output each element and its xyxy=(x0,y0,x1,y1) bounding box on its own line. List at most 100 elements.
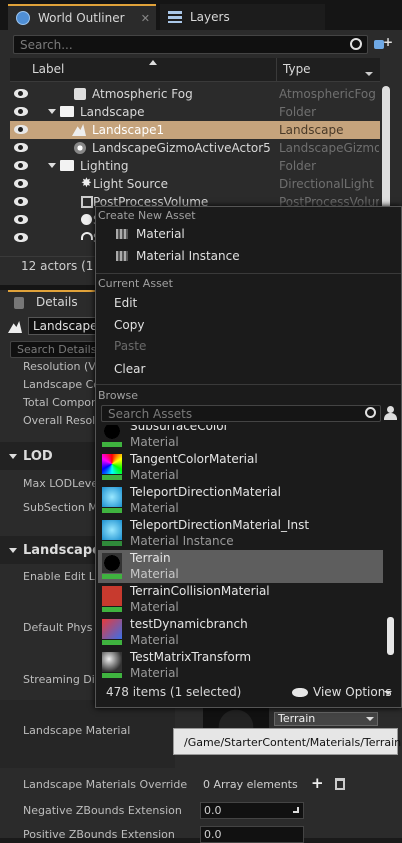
menu-item-create-material[interactable]: Material xyxy=(136,227,185,241)
asset-thumbnail xyxy=(102,652,122,672)
directional-light-icon: ✸ xyxy=(81,176,92,191)
visibility-eye-icon[interactable] xyxy=(14,215,28,224)
tab-layers-label: Layers xyxy=(190,10,230,24)
asset-thumbnail xyxy=(102,487,122,507)
actor-name-value: Landscape xyxy=(33,319,98,333)
neg-z-field[interactable]: 0.0 xyxy=(200,802,304,819)
asset-tile[interactable]: TeleportDirectionMaterial Material xyxy=(98,484,383,517)
search-icon xyxy=(350,38,362,50)
asset-type: Material xyxy=(130,468,179,482)
visibility-eye-icon[interactable] xyxy=(14,143,28,152)
visibility-eye-icon[interactable] xyxy=(14,233,28,242)
overrides-value: 0 Array elements xyxy=(203,778,298,791)
asset-search-input[interactable]: Search Assets xyxy=(101,405,381,422)
column-type[interactable]: Type xyxy=(283,62,311,76)
chevron-down-icon[interactable] xyxy=(365,72,373,76)
asset-tile[interactable]: TestMatrixTransform Material xyxy=(98,649,383,679)
asset-tile[interactable]: TeleportDirectionMaterial_Inst Material … xyxy=(98,517,383,550)
asset-type: Material xyxy=(130,633,179,647)
add-actor-icon[interactable]: + xyxy=(374,35,393,51)
menu-item-edit[interactable]: Edit xyxy=(114,296,137,310)
asset-name: Terrain xyxy=(130,551,171,565)
actor-count: 12 actors (1 s xyxy=(21,259,104,273)
material-bar xyxy=(102,508,122,513)
outliner-row-label: Lighting xyxy=(80,159,129,173)
details-search-input[interactable]: Search Details xyxy=(10,341,100,358)
asset-tile[interactable]: SubsurfaceColor Material xyxy=(98,425,383,451)
asset-tile[interactable]: TerrainCollisionMaterial Material xyxy=(98,583,383,616)
asset-name: TeleportDirectionMaterial xyxy=(130,485,281,499)
sort-up-icon xyxy=(149,60,157,65)
visibility-eye-icon[interactable] xyxy=(14,179,28,188)
folder-icon xyxy=(60,106,74,117)
menu-item-create-material-instance[interactable]: Material Instance xyxy=(136,249,240,263)
post-process-icon xyxy=(81,196,93,208)
material-icon xyxy=(116,229,128,239)
asset-tile[interactable]: testDynamicbranch Material xyxy=(98,616,383,649)
tab-bar: World Outliner ✕ Layers xyxy=(0,0,402,30)
outliner-row-type: LandscapeGizmoA xyxy=(279,141,379,155)
material-bar xyxy=(102,442,122,447)
outliner-row-type: AtmosphericFog xyxy=(279,87,376,101)
visibility-eye-icon[interactable] xyxy=(14,125,28,134)
visibility-eye-icon[interactable] xyxy=(14,161,28,170)
menu-item-copy[interactable]: Copy xyxy=(114,318,144,332)
asset-name: TangentColorMaterial xyxy=(130,452,258,466)
asset-thumbnail xyxy=(102,454,122,474)
outliner-row[interactable]: Atmospheric Fog AtmosphericFog xyxy=(10,85,380,103)
asset-tile[interactable]: TangentColorMaterial Material xyxy=(98,451,383,484)
globe-icon xyxy=(16,11,30,25)
visibility-eye-icon[interactable] xyxy=(14,107,28,116)
material-bar xyxy=(102,673,122,678)
pos-z-field[interactable]: 0.0 xyxy=(200,826,304,843)
tooltip-text: /Game/StarterContent/Materials/Terrain xyxy=(184,736,402,749)
asset-picker-menu: Create New Asset Material Material Insta… xyxy=(95,206,402,708)
asset-list-scrollbar[interactable] xyxy=(387,617,394,655)
visibility-eye-icon[interactable] xyxy=(14,89,28,98)
trash-icon[interactable] xyxy=(335,778,345,790)
pos-z-value: 0.0 xyxy=(204,828,222,841)
outliner-search-input[interactable]: Search... xyxy=(13,35,368,54)
outliner-search-placeholder: Search... xyxy=(20,37,73,52)
outliner-row[interactable]: Lighting Folder xyxy=(10,157,380,175)
outliner-row-label: Landscape xyxy=(80,105,145,119)
view-options-button[interactable]: View Options xyxy=(292,685,396,701)
asset-thumbnail xyxy=(102,619,122,639)
chevron-down-icon xyxy=(384,691,392,695)
asset-thumbnail xyxy=(102,553,122,573)
tab-layers[interactable]: Layers xyxy=(160,4,325,30)
column-label[interactable]: Label xyxy=(32,62,64,76)
outliner-row[interactable]: ✸ Light Source DirectionalLight xyxy=(10,175,380,193)
asset-type: Material xyxy=(130,501,179,515)
asset-path-tooltip: /Game/StarterContent/Materials/Terrain xyxy=(173,728,402,755)
close-icon[interactable]: ✕ xyxy=(141,12,150,25)
outliner-row[interactable]: LandscapeGizmoActiveActor5 LandscapeGizm… xyxy=(10,139,380,157)
expand-arrow-icon[interactable] xyxy=(48,163,56,168)
asset-tile-selected[interactable]: Terrain Material xyxy=(98,550,383,583)
actor-name-field[interactable]: Landscape xyxy=(28,317,98,335)
expand-arrow-icon[interactable] xyxy=(48,109,56,114)
add-element-icon[interactable]: + xyxy=(311,774,324,792)
outliner-row[interactable]: Landscape Folder xyxy=(10,103,380,121)
search-icon xyxy=(365,407,376,418)
tab-world-outliner[interactable]: World Outliner ✕ xyxy=(8,4,156,30)
sky-icon xyxy=(81,232,93,240)
asset-thumbnail xyxy=(102,425,122,441)
material-combo[interactable]: Terrain xyxy=(274,712,378,726)
instance-bar xyxy=(102,541,122,546)
actor-icon xyxy=(74,88,86,100)
outliner-header: Label Type xyxy=(10,58,380,82)
menu-section-create: Create New Asset xyxy=(98,209,196,222)
user-filter-icon[interactable] xyxy=(384,406,397,420)
outliner-row-label: Landscape1 xyxy=(92,123,165,137)
outliner-row-selected[interactable]: Landscape1 Landscape xyxy=(10,121,380,139)
menu-section-current: Current Asset xyxy=(98,277,173,290)
asset-thumbnail xyxy=(102,520,122,540)
menu-item-clear[interactable]: Clear xyxy=(114,362,145,376)
neg-z-value: 0.0 xyxy=(204,804,222,817)
visibility-eye-icon[interactable] xyxy=(14,197,28,206)
view-options-label: View Options xyxy=(313,685,392,699)
sphere-icon xyxy=(81,214,92,225)
asset-name: TestMatrixTransform xyxy=(130,650,252,664)
menu-section-browse: Browse xyxy=(98,389,139,402)
